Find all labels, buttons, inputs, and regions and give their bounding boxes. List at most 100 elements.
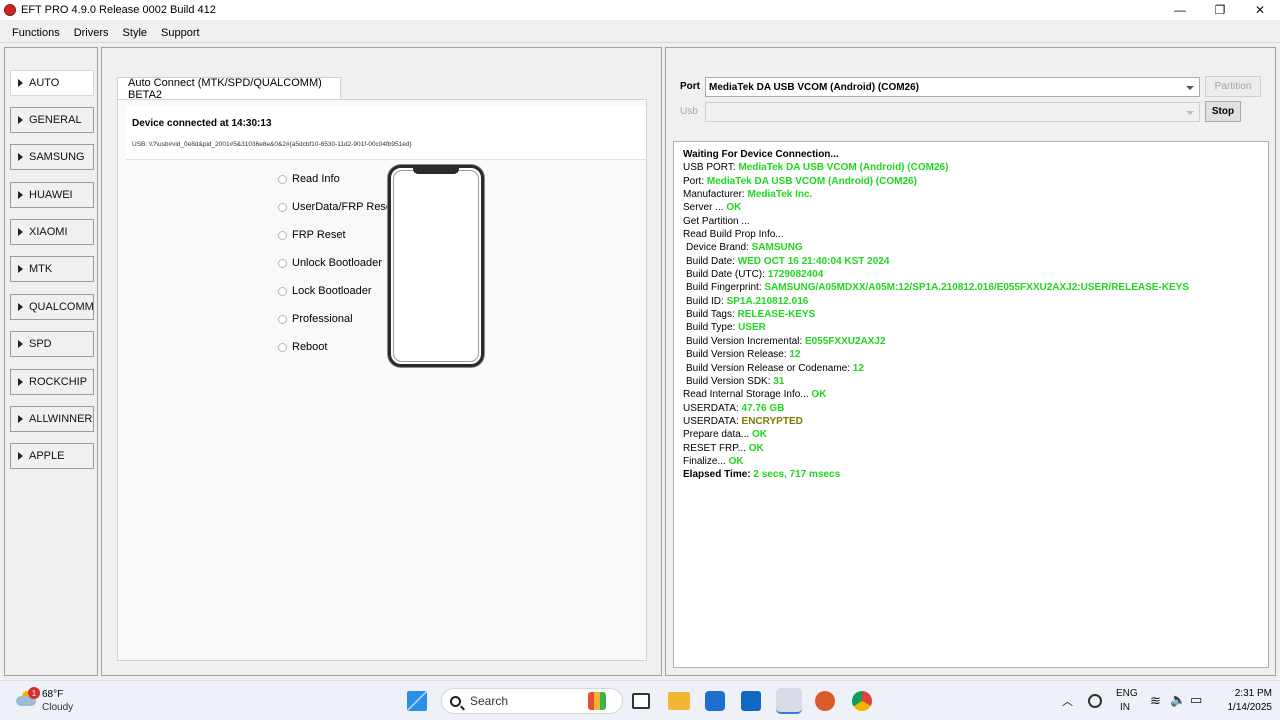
log-key: Build Version Release or Codename:: [686, 362, 853, 374]
menu-support[interactable]: Support: [154, 27, 207, 39]
task-view-icon[interactable]: [632, 693, 650, 709]
volume-icon[interactable]: 🔈: [1170, 692, 1186, 708]
language-top[interactable]: ENG: [1116, 688, 1138, 699]
sidebar-item-spd[interactable]: SPD: [10, 331, 94, 357]
log-line: Device Brand: SAMSUNG: [683, 241, 1259, 254]
sidebar-item-label: GENERAL: [29, 114, 82, 126]
log-output[interactable]: Waiting For Device Connection... USB PORT…: [673, 141, 1269, 668]
chevron-up-icon[interactable]: ︿: [1062, 693, 1073, 709]
option-frp-reset[interactable]: FRP Reset: [278, 229, 346, 241]
option-unlock-bootloader[interactable]: Unlock Bootloader: [278, 257, 382, 269]
usb-select[interactable]: [705, 102, 1200, 122]
device-info-box: Device connected at 14:30:13 USB: \\?\us…: [126, 106, 646, 160]
language-bottom[interactable]: IN: [1120, 702, 1130, 713]
log-key: Build Version SDK:: [686, 375, 774, 387]
device-status: Device connected at 14:30:13: [132, 118, 272, 129]
log-value: MediaTek Inc.: [747, 189, 813, 201]
clock-time: 2:31 PM: [1234, 688, 1272, 699]
log-line: Build Version SDK: 31: [683, 375, 1259, 388]
usb-path: USB: \\?\usb#vid_0e8d&pid_2001#5&31036e8…: [132, 141, 412, 148]
windows-start-icon[interactable]: [407, 691, 427, 711]
radio-icon[interactable]: [278, 314, 287, 324]
stop-button[interactable]: Stop: [1205, 101, 1241, 122]
sidebar-item-general[interactable]: GENERAL: [10, 107, 94, 133]
radio-icon[interactable]: [278, 202, 287, 212]
radio-icon[interactable]: [278, 174, 287, 184]
sidebar-item-qualcomm[interactable]: QUALCOMM: [10, 294, 94, 320]
log-key: USERDATA:: [683, 415, 742, 427]
log-line: Build Version Release or Codename: 12: [683, 362, 1259, 375]
chevron-down-icon: [1186, 86, 1194, 90]
sidebar-item-apple[interactable]: APPLE: [10, 443, 94, 469]
option-professional[interactable]: Professional: [278, 313, 353, 325]
app-taskbar-icon[interactable]: [815, 691, 835, 711]
option-read-info[interactable]: Read Info: [278, 173, 340, 185]
option-label: Unlock Bootloader: [292, 257, 382, 269]
radio-icon[interactable]: [278, 342, 287, 352]
log-value: 12: [789, 349, 801, 361]
log-key: Build Tags:: [686, 309, 738, 321]
sidebar-item-samsung[interactable]: SAMSUNG: [10, 144, 94, 170]
log-key: Build Type:: [686, 322, 739, 334]
menu-functions[interactable]: Functions: [0, 27, 67, 39]
log-key: Read Internal Storage Info...: [683, 389, 812, 401]
title-bar: EFT PRO 4.9.0 Release 0002 Build 412 — ❐…: [0, 0, 1280, 20]
weather-condition: Cloudy: [42, 702, 74, 713]
log-line: USB PORT: MediaTek DA USB VCOM (Android)…: [683, 161, 1259, 174]
tab-auto-connect[interactable]: Auto Connect (MTK/SPD/QUALCOMM) BETA2: [117, 77, 341, 101]
store-icon[interactable]: [705, 691, 725, 711]
log-value: 1729082404: [767, 269, 824, 281]
search-placeholder: Search: [470, 694, 509, 708]
sidebar-item-allwinner[interactable]: ALLWINNER: [10, 406, 94, 432]
sidebar-item-label: AUTO: [29, 77, 60, 89]
log-line: Build Date (UTC): 1729082404: [683, 268, 1259, 281]
port-select[interactable]: MediaTek DA USB VCOM (Android) (COM26): [705, 77, 1200, 97]
battery-icon[interactable]: ▭: [1190, 692, 1202, 708]
phone-notch: [413, 168, 459, 174]
partition-button[interactable]: Partition: [1205, 76, 1261, 97]
option-userdata-frp-reset[interactable]: UserData/FRP Reset: [278, 201, 395, 213]
close-button[interactable]: ✕: [1240, 0, 1280, 20]
option-lock-bootloader[interactable]: Lock Bootloader: [278, 285, 372, 297]
log-key: Waiting For Device Connection...: [683, 149, 839, 160]
sidebar-item-label: APPLE: [29, 450, 65, 462]
port-label: Port: [680, 81, 700, 92]
sidebar-item-rockchip[interactable]: ROCKCHIP: [10, 369, 94, 395]
log-value: OK: [728, 455, 744, 467]
sidebar-item-huawei[interactable]: HUAWEI: [10, 182, 94, 208]
meet-now-icon[interactable]: [1088, 694, 1102, 708]
menu-drivers[interactable]: Drivers: [67, 27, 116, 39]
wifi-icon[interactable]: ≋: [1150, 693, 1161, 709]
eft-pro-taskbar-icon[interactable]: [776, 688, 802, 714]
file-explorer-icon[interactable]: [668, 692, 690, 710]
radio-icon[interactable]: [278, 230, 287, 240]
phone-image: [388, 165, 484, 367]
tab-content: Device connected at 14:30:13 USB: \\?\us…: [117, 99, 647, 661]
chrome-icon[interactable]: [852, 691, 872, 711]
menu-style[interactable]: Style: [116, 27, 154, 39]
log-line: USERDATA: ENCRYPTED: [683, 415, 1259, 428]
minimize-button[interactable]: —: [1160, 0, 1200, 20]
weather-widget[interactable]: 1 68°F Cloudy: [14, 687, 104, 715]
triangle-right-icon: [18, 153, 23, 161]
sidebar-item-auto[interactable]: AUTO: [10, 70, 94, 96]
log-line: Server ... OK: [683, 201, 1259, 214]
log-line: Waiting For Device Connection...: [683, 148, 1259, 161]
phone-screen: [393, 170, 479, 362]
taskbar-clock[interactable]: 2:31 PM 1/14/2025: [1210, 687, 1273, 715]
log-line: Port: MediaTek DA USB VCOM (Android) (CO…: [683, 175, 1259, 188]
option-label: Professional: [292, 313, 353, 325]
option-label: FRP Reset: [292, 229, 346, 241]
log-line: RESET FRP... OK: [683, 442, 1259, 455]
sidebar-item-xiaomi[interactable]: XIAOMI: [10, 219, 94, 245]
copilot-widget-icon[interactable]: [588, 692, 606, 710]
maximize-button[interactable]: ❐: [1200, 0, 1240, 20]
log-line: Build Version Release: 12: [683, 348, 1259, 361]
log-line: Read Build Prop Info...: [683, 228, 1259, 241]
radio-icon[interactable]: [278, 258, 287, 268]
log-line: Finalize... OK: [683, 455, 1259, 468]
sidebar-item-mtk[interactable]: MTK: [10, 256, 94, 282]
radio-icon[interactable]: [278, 286, 287, 296]
outlook-icon[interactable]: [741, 691, 761, 711]
option-reboot[interactable]: Reboot: [278, 341, 327, 353]
